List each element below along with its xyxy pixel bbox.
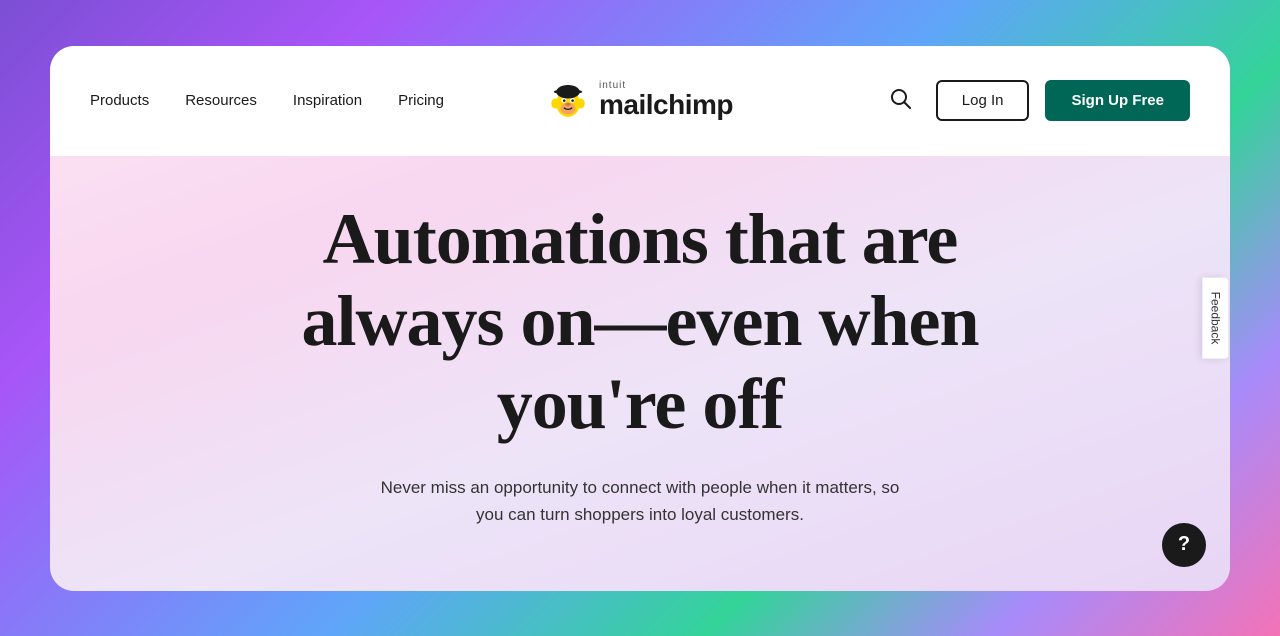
nav-right: Log In Sign Up Free [882, 80, 1190, 121]
nav-pricing[interactable]: Pricing [398, 92, 444, 109]
login-button[interactable]: Log In [936, 80, 1030, 121]
signup-button[interactable]: Sign Up Free [1045, 80, 1190, 121]
logo-area: intuit mailchimp [547, 80, 733, 122]
hero-subtitle: Never miss an opportunity to connect wit… [370, 474, 910, 528]
nav-left: Products Resources Inspiration Pricing [90, 92, 444, 109]
nav-resources[interactable]: Resources [185, 92, 257, 109]
help-button[interactable]: ? [1162, 523, 1206, 567]
search-button[interactable] [882, 80, 920, 121]
main-card: Products Resources Inspiration Pricing [50, 46, 1230, 591]
logo-container[interactable]: intuit mailchimp [547, 80, 733, 122]
hero-section: Automations that are always on—even when… [50, 156, 1230, 591]
nav-products[interactable]: Products [90, 92, 149, 109]
hero-title: Automations that are always on—even when… [290, 198, 990, 446]
feedback-tab[interactable]: Feedback [1203, 278, 1229, 359]
brand-label: mailchimp [599, 89, 733, 120]
search-icon [890, 88, 912, 110]
navbar: Products Resources Inspiration Pricing [50, 46, 1230, 156]
nav-inspiration[interactable]: Inspiration [293, 92, 362, 109]
mailchimp-logo-icon [547, 80, 589, 122]
logo-text-group: intuit mailchimp [599, 80, 733, 121]
